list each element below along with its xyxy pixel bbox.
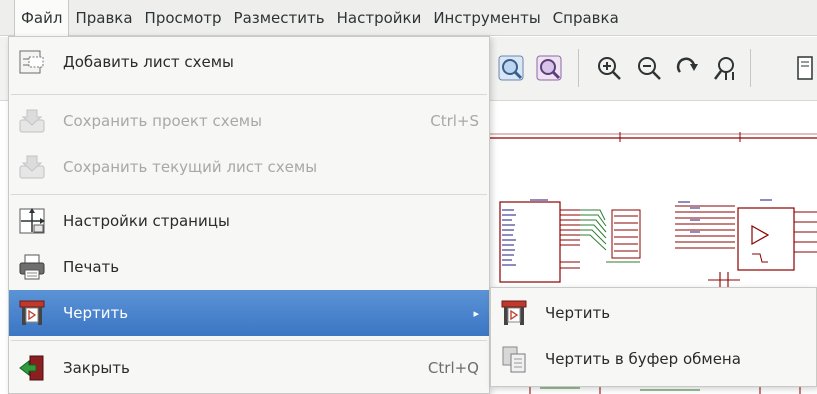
menu-preferences[interactable]: Настройки xyxy=(331,0,428,36)
zoom-selection-icon[interactable] xyxy=(532,51,566,85)
page-settings-label: Настройки страницы xyxy=(63,212,230,230)
submenu-arrow-icon: ▸ xyxy=(473,306,479,320)
plot-icon xyxy=(15,296,49,330)
plot-submenu-item-clipboard[interactable]: Чертить в буфер обмена xyxy=(491,336,816,382)
plot-submenu-item-plot[interactable]: Чертить xyxy=(491,290,816,336)
zoom-page-icon[interactable] xyxy=(494,51,528,85)
save-project-icon xyxy=(15,104,49,138)
plot-submenu: Чертить Чертить в буфер обмена xyxy=(490,287,817,387)
save-sheet-label: Сохранить текущий лист схемы xyxy=(63,158,318,176)
save-sheet-icon xyxy=(15,150,49,184)
save-sheet-menu-item[interactable]: Сохранить текущий лист схемы xyxy=(9,144,489,190)
exit-icon xyxy=(15,351,49,385)
add-sheet-label: Добавить лист схемы xyxy=(63,53,234,71)
file-menu: Добавить лист схемы Сохранить проект схе… xyxy=(8,36,490,394)
menu-separator xyxy=(11,340,487,341)
print-menu-item[interactable]: Печать xyxy=(9,244,489,290)
menu-place[interactable]: Разместить xyxy=(228,0,331,36)
clipboard-icon xyxy=(497,342,531,376)
plot-submenu-label: Чертить xyxy=(545,304,611,322)
redraw-icon[interactable] xyxy=(670,51,704,85)
menu-edit[interactable]: Правка xyxy=(69,0,138,36)
menu-separator xyxy=(11,94,487,95)
page-settings-menu-item[interactable]: Настройки страницы xyxy=(9,198,489,244)
add-sheet-icon xyxy=(15,45,49,79)
close-menu-item[interactable]: Закрыть Ctrl+Q xyxy=(9,345,489,391)
printer-icon xyxy=(15,250,49,284)
save-project-label: Сохранить проект схемы xyxy=(63,112,262,130)
menu-file[interactable]: Файл xyxy=(14,0,70,36)
menu-help[interactable]: Справка xyxy=(547,0,625,36)
menubar: Файл Правка Просмотр Разместить Настройк… xyxy=(0,0,817,36)
add-sheet-menu-item[interactable]: Добавить лист схемы xyxy=(9,39,489,85)
save-project-shortcut: Ctrl+S xyxy=(430,112,479,130)
zoom-fit-icon[interactable] xyxy=(708,51,742,85)
plot-menu-item[interactable]: Чертить ▸ xyxy=(9,290,489,336)
plot-icon xyxy=(497,296,531,330)
plot-clipboard-label: Чертить в буфер обмена xyxy=(545,350,741,368)
menu-view[interactable]: Просмотр xyxy=(139,0,228,36)
print-label: Печать xyxy=(63,258,120,276)
zoom-out-icon[interactable] xyxy=(632,51,666,85)
menu-tools[interactable]: Инструменты xyxy=(427,0,546,36)
plot-label: Чертить xyxy=(63,304,129,322)
zoom-in-icon[interactable] xyxy=(592,51,626,85)
close-shortcut: Ctrl+Q xyxy=(427,359,479,377)
save-project-menu-item[interactable]: Сохранить проект схемы Ctrl+S xyxy=(9,98,489,144)
page-settings-icon xyxy=(15,204,49,238)
close-label: Закрыть xyxy=(63,359,130,377)
toolbar-overflow-icon[interactable] xyxy=(790,51,817,85)
menu-separator xyxy=(11,194,487,195)
